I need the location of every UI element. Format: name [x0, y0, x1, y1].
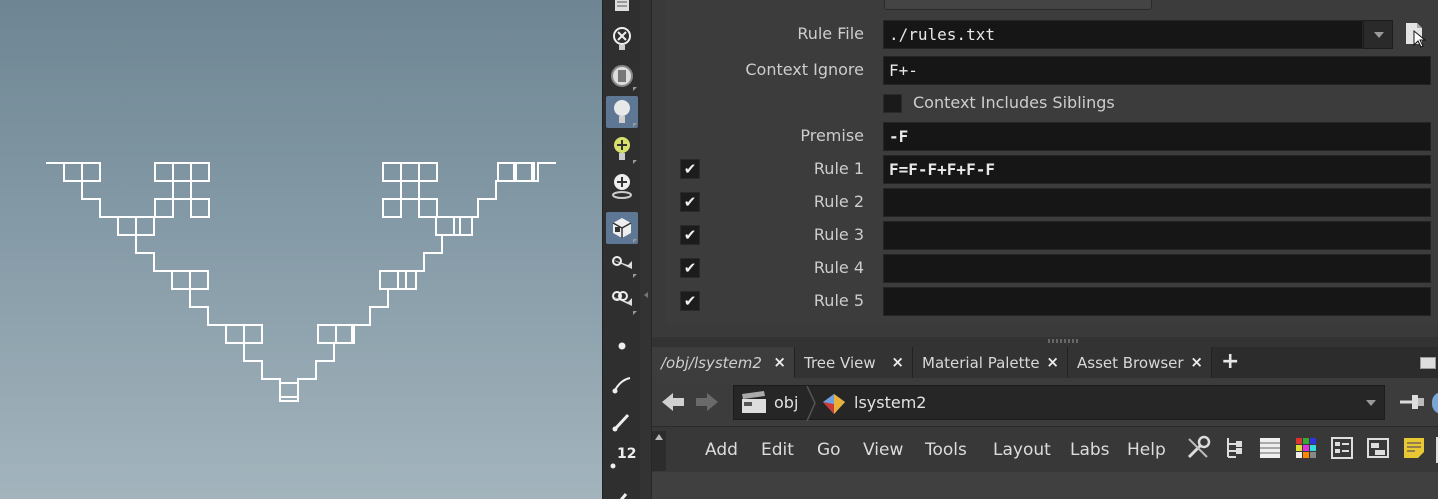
- close-icon[interactable]: ×: [1190, 353, 1203, 371]
- camera-icon[interactable]: [606, 247, 638, 279]
- parameter-spreadsheet-icon[interactable]: [1329, 435, 1355, 461]
- rule-file-field[interactable]: ./rules.txt: [883, 20, 1363, 49]
- menu-labs[interactable]: Labs: [1070, 440, 1110, 460]
- scene-viewport[interactable]: [0, 0, 602, 499]
- context-ignore-label: Context Ignore: [745, 60, 864, 79]
- context-siblings-checkbox[interactable]: [883, 94, 902, 113]
- point-light-icon[interactable]: [606, 96, 638, 128]
- rule-file-dropdown-button[interactable]: [1363, 20, 1393, 49]
- close-icon[interactable]: ×: [773, 353, 786, 371]
- path-crumb-obj[interactable]: obj: [774, 393, 798, 412]
- rule-1-field[interactable]: F=F-F+F+F-F: [883, 155, 1431, 184]
- light-x-icon[interactable]: [606, 23, 638, 55]
- back-arrow-icon[interactable]: [660, 390, 686, 414]
- shelf-toolbar: 12: [602, 0, 640, 499]
- menu-tools[interactable]: Tools: [925, 440, 967, 460]
- path-dropdown-icon[interactable]: [1366, 400, 1376, 406]
- add-tab-button[interactable]: +: [1221, 349, 1239, 374]
- pin-icon[interactable]: [1398, 390, 1426, 414]
- menu-go[interactable]: Go: [817, 440, 841, 460]
- display-icon[interactable]: [606, 0, 638, 20]
- close-icon[interactable]: ×: [891, 353, 904, 371]
- tab-network-label: /obj/lsystem2: [661, 354, 762, 372]
- rule-2-field[interactable]: [883, 188, 1431, 217]
- curve-icon[interactable]: [606, 368, 638, 400]
- rule-1-label: Rule 1: [813, 159, 864, 178]
- menu-add[interactable]: Add: [705, 440, 738, 460]
- path-separator: [806, 385, 816, 422]
- list-view-icon[interactable]: [1257, 435, 1283, 461]
- pane-splitter-horizontal[interactable]: [652, 337, 1438, 347]
- geometry-icon[interactable]: [606, 212, 638, 244]
- rule-file-label: Rule File: [797, 24, 864, 43]
- pane-tab-bar: /obj/lsystem2 × Tree View × Material Pal…: [652, 347, 1438, 378]
- spot-light-icon[interactable]: [606, 133, 638, 165]
- network-path-field[interactable]: obj lsystem2: [733, 385, 1385, 422]
- rule-3-label: Rule 3: [813, 225, 864, 244]
- shelf-badge: 12: [617, 446, 637, 462]
- path-bar: obj lsystem2: [652, 378, 1438, 426]
- tab-asset-browser[interactable]: Asset Browser ×: [1068, 347, 1212, 378]
- menu-edit[interactable]: Edit: [761, 440, 794, 460]
- tab-tree-view-label: Tree View: [804, 354, 876, 372]
- rule-5-field[interactable]: [883, 287, 1431, 316]
- lsystem-curve: [46, 162, 556, 402]
- tab-material-palette[interactable]: Material Palette ×: [913, 347, 1068, 378]
- paint-icon[interactable]: [606, 480, 638, 499]
- context-ignore-field[interactable]: F+-: [883, 56, 1431, 85]
- link-icon[interactable]: [1432, 392, 1438, 414]
- close-icon[interactable]: ×: [1046, 353, 1059, 371]
- color-palette-icon[interactable]: [1293, 435, 1319, 461]
- env-light-icon[interactable]: [606, 170, 638, 202]
- maximize-pane-icon[interactable]: [1420, 357, 1436, 369]
- tree-icon[interactable]: [1222, 435, 1248, 461]
- point-icon[interactable]: [606, 330, 638, 362]
- forward-arrow-icon[interactable]: [694, 390, 720, 414]
- network-overview-icon[interactable]: [1365, 435, 1391, 461]
- tab-network[interactable]: /obj/lsystem2 ×: [652, 347, 795, 378]
- network-editor-canvas[interactable]: [652, 472, 1438, 499]
- collapse-toolbar-button[interactable]: [652, 431, 666, 471]
- number-icon[interactable]: 12: [606, 443, 638, 475]
- premise-label: Premise: [800, 126, 864, 145]
- top-button[interactable]: [884, 0, 1152, 10]
- menu-layout[interactable]: Layout: [993, 440, 1051, 460]
- path-crumb-lsystem2[interactable]: lsystem2: [854, 393, 926, 412]
- menu-help[interactable]: Help: [1127, 440, 1166, 460]
- rule-5-label: Rule 5: [813, 291, 864, 310]
- rule-3-field[interactable]: [883, 221, 1431, 250]
- network-menu-bar: Add Edit Go View Tools Layout Labs Help: [652, 426, 1438, 472]
- geometry-node-icon: [820, 392, 848, 416]
- tab-asset-browser-label: Asset Browser: [1077, 354, 1184, 372]
- pane-splitter-vertical[interactable]: [640, 0, 652, 499]
- rule-4-label: Rule 4: [813, 258, 864, 277]
- stereo-camera-icon[interactable]: [606, 284, 638, 316]
- wrench-icon[interactable]: [1185, 435, 1211, 461]
- pen-icon[interactable]: [606, 405, 638, 437]
- tab-material-palette-label: Material Palette: [922, 354, 1040, 372]
- sticky-note-icon[interactable]: [1401, 435, 1427, 461]
- ambient-light-icon[interactable]: [606, 60, 638, 92]
- file-chooser-icon[interactable]: [1402, 20, 1428, 48]
- context-siblings-label: Context Includes Siblings: [913, 93, 1115, 112]
- tab-tree-view[interactable]: Tree View ×: [795, 347, 913, 378]
- rule-4-field[interactable]: [883, 254, 1431, 283]
- rule-2-label: Rule 2: [813, 192, 864, 211]
- menu-view[interactable]: View: [863, 440, 903, 460]
- premise-field[interactable]: -F: [883, 122, 1431, 151]
- obj-context-icon: [740, 390, 770, 416]
